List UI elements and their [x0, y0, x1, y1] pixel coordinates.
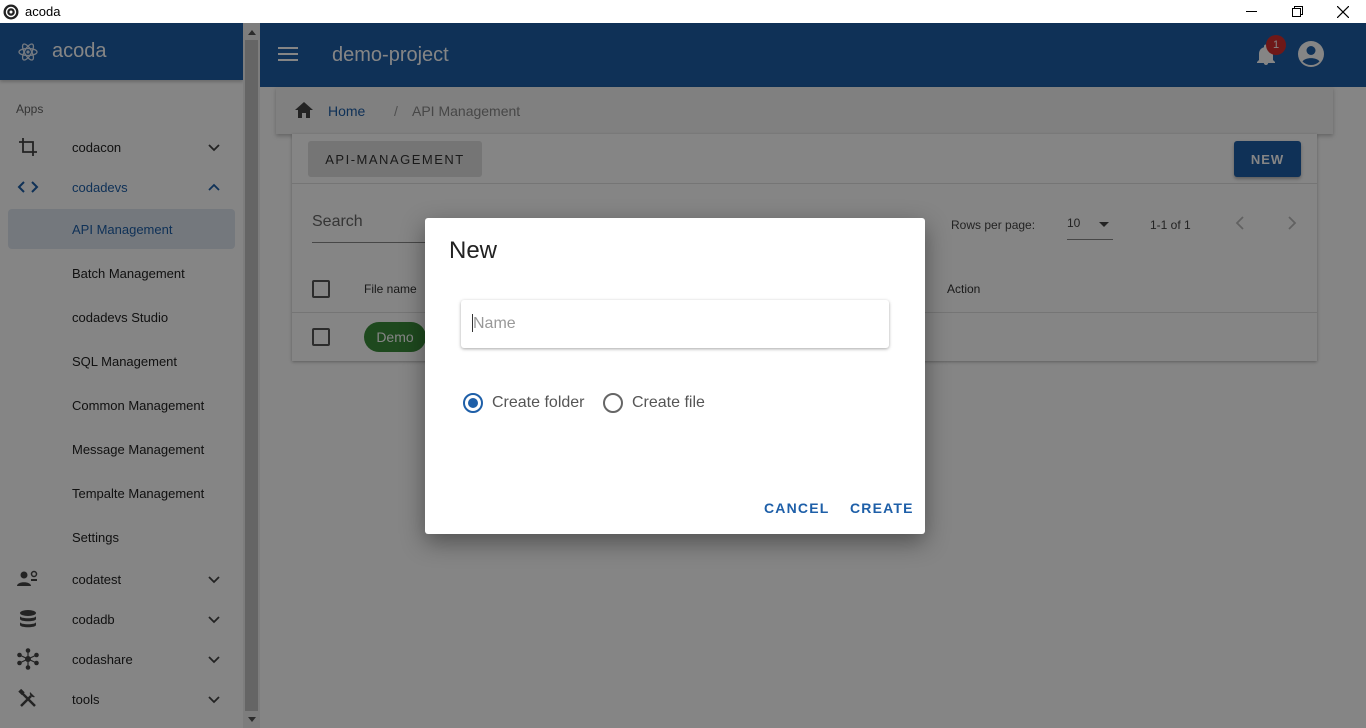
dialog-title: New — [449, 237, 498, 264]
cancel-button[interactable]: CANCEL — [755, 492, 839, 522]
text-cursor — [472, 314, 473, 332]
window-titlebar: acoda — [0, 0, 1366, 23]
minimize-button[interactable] — [1228, 0, 1274, 23]
create-folder-radio[interactable] — [463, 393, 483, 413]
new-item-dialog: New Create folder Create file CANCEL CRE… — [425, 218, 925, 534]
create-file-label[interactable]: Create file — [632, 394, 705, 412]
create-button[interactable]: CREATE — [841, 492, 923, 522]
create-folder-label[interactable]: Create folder — [492, 394, 585, 412]
close-icon — [1337, 5, 1349, 18]
name-field[interactable] — [461, 300, 889, 348]
create-type-radio-group: Create folder Create file — [461, 393, 761, 415]
restore-button[interactable] — [1274, 0, 1320, 23]
create-file-radio[interactable] — [603, 393, 623, 413]
name-input[interactable] — [461, 300, 889, 348]
window-title: acoda — [25, 4, 61, 19]
close-window-button[interactable] — [1320, 0, 1366, 23]
app-logo-icon — [3, 4, 19, 19]
minimize-icon — [1245, 11, 1257, 12]
restore-icon — [1291, 6, 1303, 17]
